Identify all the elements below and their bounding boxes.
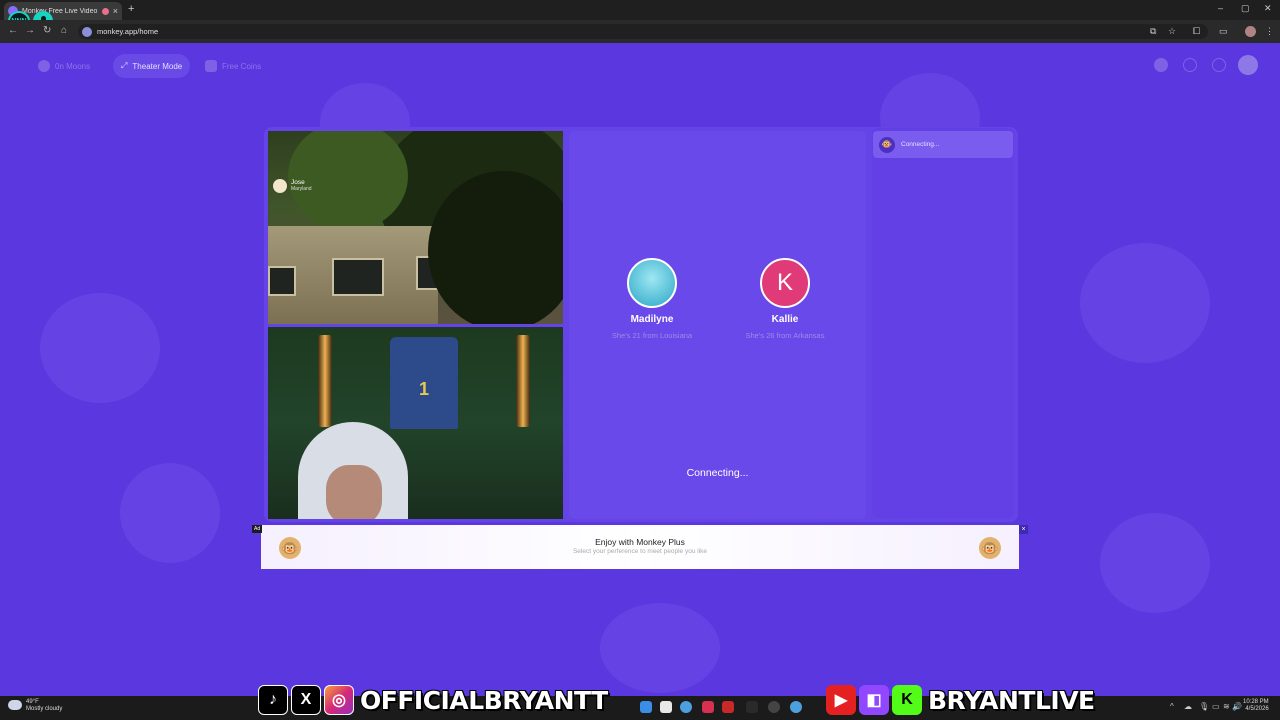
theater-mode-button[interactable]: ⤢ Theater Mode bbox=[113, 54, 191, 78]
kallie-avatar: K bbox=[760, 258, 810, 308]
url-text[interactable]: monkey.app/home bbox=[97, 27, 158, 36]
microphone-tray-icon[interactable]: 🎙 bbox=[1199, 702, 1209, 711]
caller-avatar bbox=[273, 179, 287, 193]
youtube-icon: ▶ bbox=[826, 685, 856, 715]
free-coins-label: Free Coins bbox=[222, 61, 262, 71]
time: 10:28 PM bbox=[1243, 699, 1269, 705]
ad-subtitle: Select your perference to meet people yo… bbox=[572, 548, 708, 555]
install-app-icon[interactable]: ⧉ bbox=[1150, 26, 1156, 37]
match-name: Kallie bbox=[771, 314, 799, 325]
match-card-madilyne[interactable]: Madilyne She's 21 from Louisiana bbox=[597, 258, 707, 340]
expand-icon: ⤢ bbox=[121, 61, 128, 70]
file-explorer-icon[interactable] bbox=[640, 701, 652, 713]
sidebar-icon[interactable]: ▭ bbox=[1219, 26, 1228, 37]
twitch-icon: ◧ bbox=[859, 685, 889, 715]
chrome-icon[interactable] bbox=[680, 701, 692, 713]
match-subtitle: She's 26 from Arkansas bbox=[745, 331, 825, 340]
date: 4/5/2026 bbox=[1245, 706, 1269, 712]
gift-icon bbox=[205, 60, 217, 72]
user-avatar[interactable] bbox=[1238, 55, 1258, 75]
minimize-button[interactable]: – bbox=[1218, 3, 1223, 13]
messages-icon[interactable] bbox=[1212, 58, 1226, 72]
profile-avatar[interactable] bbox=[1245, 26, 1256, 37]
new-tab-button[interactable]: + bbox=[128, 3, 134, 15]
app-icon[interactable] bbox=[768, 701, 780, 713]
caller-tag: Jose Maryland bbox=[273, 178, 312, 194]
tab-close-icon[interactable]: × bbox=[113, 6, 118, 16]
house-wall bbox=[268, 226, 442, 324]
home-icon[interactable]: ⌂ bbox=[61, 25, 67, 36]
maximize-button[interactable]: ▢ bbox=[1241, 3, 1250, 14]
coins-icon[interactable] bbox=[1154, 58, 1168, 72]
temperature: 49°F bbox=[26, 699, 39, 705]
instagram-icon: ◎ bbox=[324, 685, 354, 715]
moons-label: 0n Moons bbox=[55, 61, 91, 71]
moons-button[interactable]: 0n Moons bbox=[30, 54, 98, 78]
bookmark-star-icon[interactable]: ☆ bbox=[1168, 26, 1176, 37]
theater-mode-label: Theater Mode bbox=[132, 61, 183, 71]
terminal-icon[interactable] bbox=[746, 701, 758, 713]
match-card-kallie[interactable]: K Kallie She's 26 from Arkansas bbox=[730, 258, 840, 340]
wifi-icon[interactable]: ≋ bbox=[1223, 702, 1230, 711]
app-icon[interactable] bbox=[702, 701, 714, 713]
left-handle: OFFICIALBRYANTT bbox=[360, 685, 608, 715]
partner-video bbox=[268, 131, 563, 324]
match-name: Madilyne bbox=[630, 314, 674, 325]
calendar-app-icon[interactable] bbox=[660, 701, 672, 713]
tray-chevron-icon[interactable]: ^ bbox=[1170, 702, 1174, 711]
monkey-plus-ad-banner[interactable]: 🐵 Enjoy with Monkey Plus Select your per… bbox=[261, 525, 1019, 569]
kick-icon: K bbox=[892, 685, 922, 715]
caller-location: Maryland bbox=[291, 186, 312, 192]
reload-icon[interactable]: ↻ bbox=[43, 25, 51, 36]
site-info-icon[interactable] bbox=[82, 26, 92, 37]
jersey: 1 bbox=[390, 337, 458, 429]
connecting-status: Connecting... bbox=[686, 467, 749, 479]
social-overlay-right: ▶ ◧ K BRYANTLIVE bbox=[826, 684, 1095, 716]
weather-widget[interactable]: 49°F Mostly cloudy bbox=[26, 699, 62, 713]
tiktok-icon: ♪ bbox=[258, 685, 288, 715]
self-video: 1 bbox=[268, 327, 563, 519]
cloud-icon bbox=[8, 700, 22, 710]
history-icon[interactable] bbox=[1183, 58, 1197, 72]
chat-panel bbox=[872, 128, 1014, 518]
face bbox=[326, 465, 382, 519]
browser-tab-bar: Monkey Free Live Video Ch × + – ▢ ✕ bbox=[0, 0, 1280, 20]
browser-menu-icon[interactable]: ⋮ bbox=[1265, 26, 1274, 37]
moon-icon bbox=[38, 60, 50, 72]
close-window-button[interactable]: ✕ bbox=[1264, 3, 1272, 14]
display-icon[interactable]: ▭ bbox=[1212, 702, 1220, 711]
url-bar[interactable]: monkey.app/home bbox=[78, 24, 1208, 39]
chat-status-row: 🐵 Connecting... bbox=[873, 131, 1013, 158]
ad-label: Ad bbox=[252, 525, 263, 533]
back-icon[interactable]: ← bbox=[8, 25, 18, 36]
adobe-icon[interactable] bbox=[722, 701, 734, 713]
x-icon: X bbox=[291, 685, 321, 715]
right-handle: BRYANTLIVE bbox=[928, 685, 1095, 715]
weather-condition: Mostly cloudy bbox=[26, 706, 63, 712]
jersey-number: 1 bbox=[418, 379, 429, 399]
ad-close-button[interactable]: × bbox=[1019, 525, 1028, 534]
chrome-icon[interactable] bbox=[790, 701, 802, 713]
madilyne-avatar bbox=[627, 258, 677, 308]
ad-title: Enjoy with Monkey Plus bbox=[595, 537, 685, 547]
recording-indicator-icon bbox=[101, 7, 109, 15]
forward-icon[interactable]: → bbox=[25, 25, 35, 36]
chat-status-text: Connecting... bbox=[901, 141, 940, 148]
monkey-mascot-icon: 🐵 bbox=[979, 537, 1001, 559]
free-coins-button[interactable]: Free Coins bbox=[197, 54, 269, 78]
extensions-icon[interactable]: ⧠ bbox=[1193, 26, 1200, 37]
match-subtitle: She's 21 from Louisiana bbox=[611, 331, 693, 340]
social-overlay-left: ♪ X ◎ OFFICIALBRYANTT bbox=[258, 684, 608, 716]
onedrive-icon[interactable]: ☁ bbox=[1184, 702, 1192, 711]
volume-icon[interactable]: 🔊 bbox=[1232, 702, 1242, 711]
monkey-icon: 🐵 bbox=[879, 136, 895, 153]
system-clock[interactable]: 10:28 PM 4/5/2026 bbox=[1243, 699, 1269, 713]
